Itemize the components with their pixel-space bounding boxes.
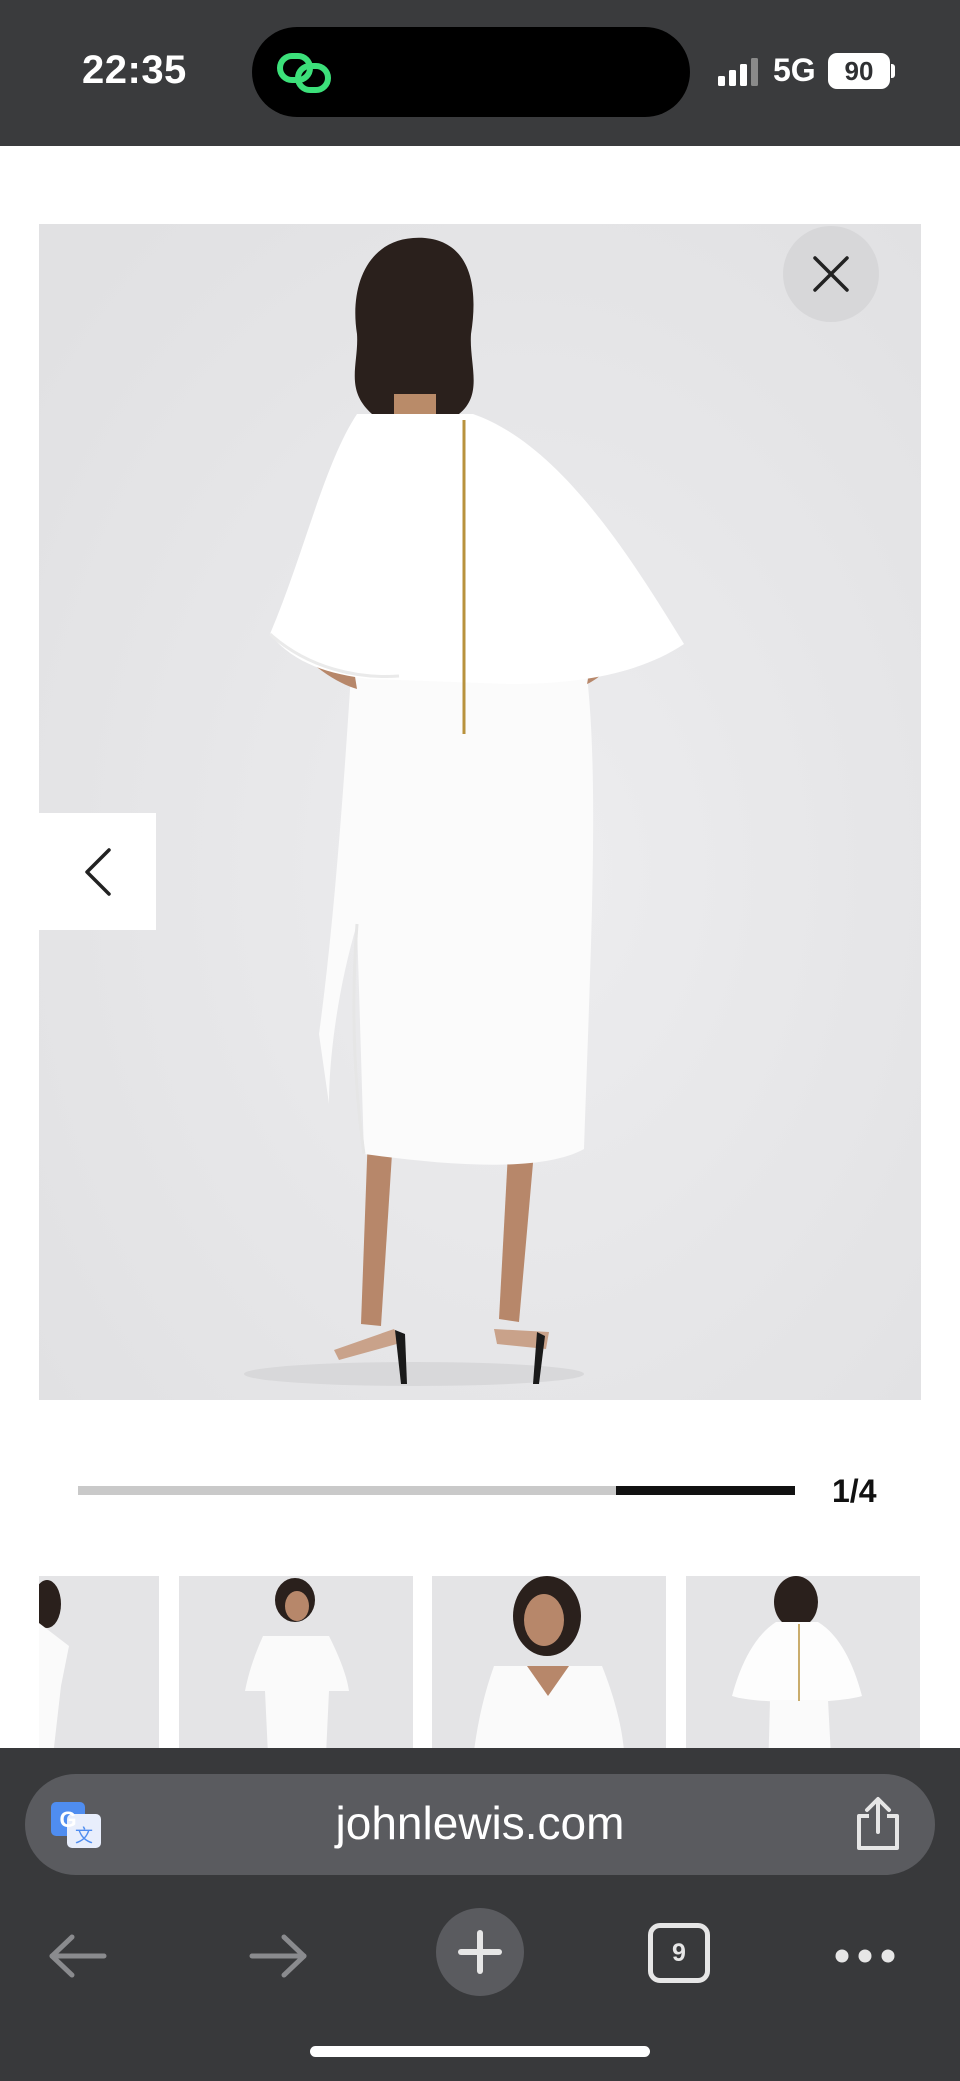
previous-image-button[interactable] <box>39 813 156 930</box>
battery-indicator: 90 <box>828 53 890 89</box>
thumbnail-image <box>686 1576 920 1748</box>
plus-icon <box>458 1930 502 1974</box>
home-indicator <box>310 2046 650 2057</box>
network-type: 5G <box>773 52 816 88</box>
address-bar[interactable]: G 文 johnlewis.com <box>25 1774 935 1875</box>
thumbnail-back-view[interactable] <box>686 1576 920 1748</box>
back-arrow-icon <box>49 1934 107 1978</box>
thumbnail-image <box>432 1576 666 1748</box>
battery-tip <box>891 64 895 78</box>
signal-icon <box>718 58 758 86</box>
url-text[interactable]: johnlewis.com <box>25 1796 935 1850</box>
more-icon <box>835 1949 895 1963</box>
new-tab-button[interactable] <box>436 1908 524 1996</box>
status-bar: 22:35 5G 90 <box>0 0 960 146</box>
thumbnail-image <box>39 1576 159 1748</box>
status-time: 22:35 <box>82 48 187 92</box>
close-icon <box>813 256 849 292</box>
browser-nav-row: 9 <box>0 1908 960 2008</box>
thumbnail-front-close-view[interactable] <box>432 1576 666 1748</box>
share-icon[interactable] <box>853 1796 903 1852</box>
tab-count: 9 <box>672 1938 686 1967</box>
dynamic-island <box>252 27 690 117</box>
thumbnail-side-view[interactable] <box>39 1576 159 1748</box>
back-button[interactable] <box>44 1926 112 1986</box>
thumbnail-strip[interactable] <box>0 1576 960 1748</box>
browser-toolbar: G 文 johnlewis.com 9 <box>0 1748 960 2081</box>
forward-button[interactable] <box>244 1926 312 1986</box>
image-progress-fill <box>615 1486 795 1495</box>
image-page-counter: 1/4 <box>832 1473 877 1509</box>
forward-arrow-icon <box>249 1934 307 1978</box>
more-options-button[interactable] <box>830 1926 900 1986</box>
close-button[interactable] <box>783 226 879 322</box>
thumbnail-front-view[interactable] <box>179 1576 413 1748</box>
chevron-left-icon <box>84 847 111 896</box>
tabs-button[interactable]: 9 <box>648 1923 710 1983</box>
thumbnail-image <box>179 1576 413 1748</box>
product-image-viewer[interactable] <box>39 224 921 1400</box>
image-progress-bar <box>78 1486 795 1495</box>
link-app-icon <box>277 53 331 93</box>
product-image-back-view <box>39 224 921 1400</box>
